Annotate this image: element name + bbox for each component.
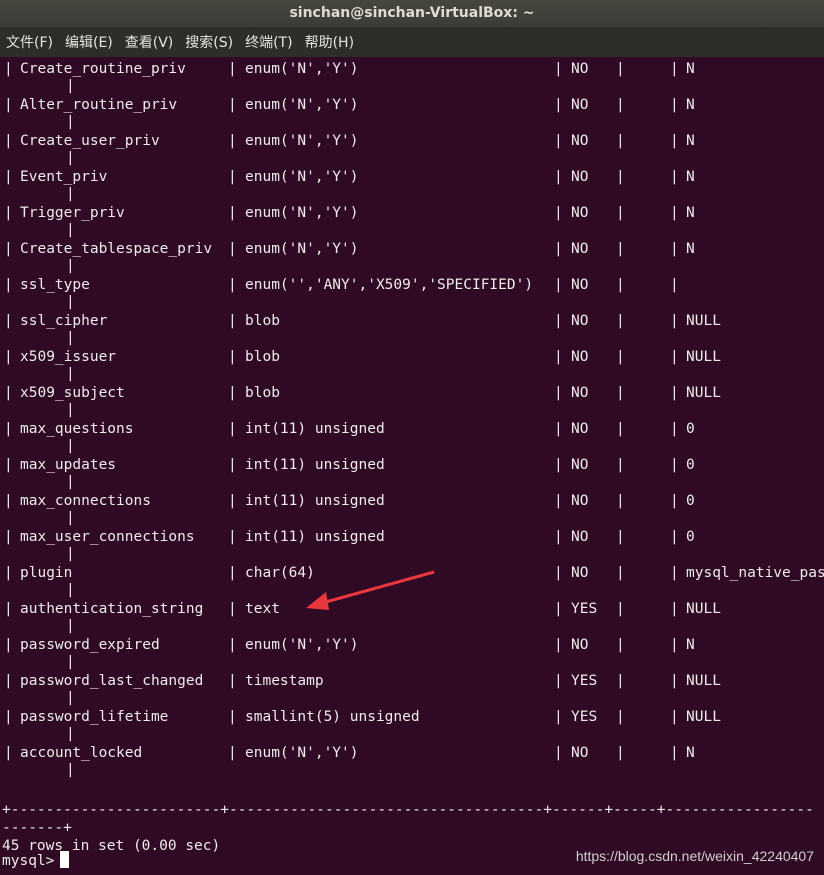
menu-search[interactable]: 搜索(S) (185, 32, 233, 52)
watermark-text: https://blog.csdn.net/weixin_42240407 (575, 848, 814, 864)
window-title: sinchan@sinchan-VirtualBox: ~ (0, 0, 824, 27)
terminal-output[interactable]: | Create_routine_priv | enum('N','Y') | NO | | N… (0, 57, 824, 875)
arrow-shaft (321, 570, 435, 605)
menu-view[interactable]: 查看(V) (125, 32, 174, 52)
arrow-head (306, 592, 329, 610)
menu-edit[interactable]: 编辑(E) (65, 32, 113, 52)
menu-help[interactable]: 帮助(H) (305, 32, 354, 52)
red-arrow-annotation (306, 570, 435, 610)
menu-bar: 文件(F) 编辑(E) 查看(V) 搜索(S) 终端(T) 帮助(H) (0, 27, 824, 57)
menu-file[interactable]: 文件(F) (6, 32, 53, 52)
menu-terminal[interactable]: 终端(T) (245, 32, 292, 52)
